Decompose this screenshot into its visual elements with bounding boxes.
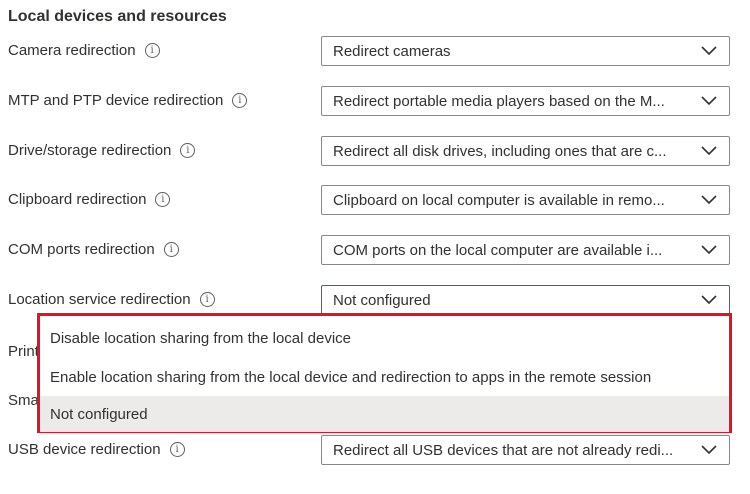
chevron-down-icon: [701, 445, 717, 455]
dropdown-option-enable-location[interactable]: Enable location sharing from the local d…: [40, 359, 729, 395]
select-value: Clipboard on local computer is available…: [333, 192, 665, 209]
setting-label: Sma: [8, 392, 39, 409]
drive-storage-redirection-select[interactable]: Redirect all disk drives, including ones…: [321, 136, 730, 166]
usb-device-redirection-select[interactable]: Redirect all USB devices that are not al…: [321, 435, 730, 465]
com-ports-redirection-select[interactable]: COM ports on the local computer are avai…: [321, 235, 730, 265]
select-value: Redirect all USB devices that are not al…: [333, 442, 674, 459]
setting-label: Print: [8, 343, 39, 360]
info-icon[interactable]: i: [232, 93, 248, 108]
location-dropdown-list: Disable location sharing from the local …: [37, 313, 732, 433]
setting-label: USB device redirection: [8, 441, 161, 458]
info-icon[interactable]: i: [180, 143, 196, 158]
select-value: Redirect portable media players based on…: [333, 93, 665, 110]
setting-label: MTP and PTP device redirection: [8, 92, 224, 109]
info-icon[interactable]: i: [155, 192, 171, 207]
select-value: Not configured: [333, 292, 431, 309]
setting-label: Camera redirection: [8, 42, 136, 59]
chevron-down-icon: [701, 295, 717, 305]
select-value: Redirect all disk drives, including ones…: [333, 143, 667, 160]
info-icon[interactable]: i: [163, 242, 179, 257]
chevron-down-icon: [701, 96, 717, 106]
setting-row-location: Location service redirection i Not confi…: [0, 285, 750, 315]
setting-row-com-ports: COM ports redirection i COM ports on the…: [0, 235, 750, 265]
setting-label: Location service redirection: [8, 291, 191, 308]
setting-row-mtp: MTP and PTP device redirection i Redirec…: [0, 86, 750, 116]
dropdown-option-disable-location[interactable]: Disable location sharing from the local …: [40, 320, 729, 356]
info-icon[interactable]: i: [199, 292, 215, 307]
setting-row-clipboard: Clipboard redirection i Clipboard on loc…: [0, 185, 750, 215]
mtp-ptp-redirection-select[interactable]: Redirect portable media players based on…: [321, 86, 730, 116]
chevron-down-icon: [701, 146, 717, 156]
setting-label: Clipboard redirection: [8, 191, 147, 208]
setting-row-camera: Camera redirection i Redirect cameras: [0, 36, 750, 66]
camera-redirection-select[interactable]: Redirect cameras: [321, 36, 730, 66]
chevron-down-icon: [701, 245, 717, 255]
select-value: Redirect cameras: [333, 43, 451, 60]
info-icon[interactable]: i: [169, 442, 185, 457]
chevron-down-icon: [701, 46, 717, 56]
chevron-down-icon: [701, 195, 717, 205]
info-icon[interactable]: i: [144, 43, 160, 58]
section-title: Local devices and resources: [8, 8, 227, 25]
setting-label: COM ports redirection: [8, 241, 155, 258]
select-value: COM ports on the local computer are avai…: [333, 242, 663, 259]
setting-label: Drive/storage redirection: [8, 142, 172, 159]
setting-row-usb: USB device redirection i Redirect all US…: [0, 435, 750, 465]
clipboard-redirection-select[interactable]: Clipboard on local computer is available…: [321, 185, 730, 215]
location-service-redirection-select[interactable]: Not configured: [321, 285, 730, 315]
setting-row-drive: Drive/storage redirection i Redirect all…: [0, 136, 750, 166]
dropdown-option-not-configured[interactable]: Not configured: [40, 396, 729, 432]
